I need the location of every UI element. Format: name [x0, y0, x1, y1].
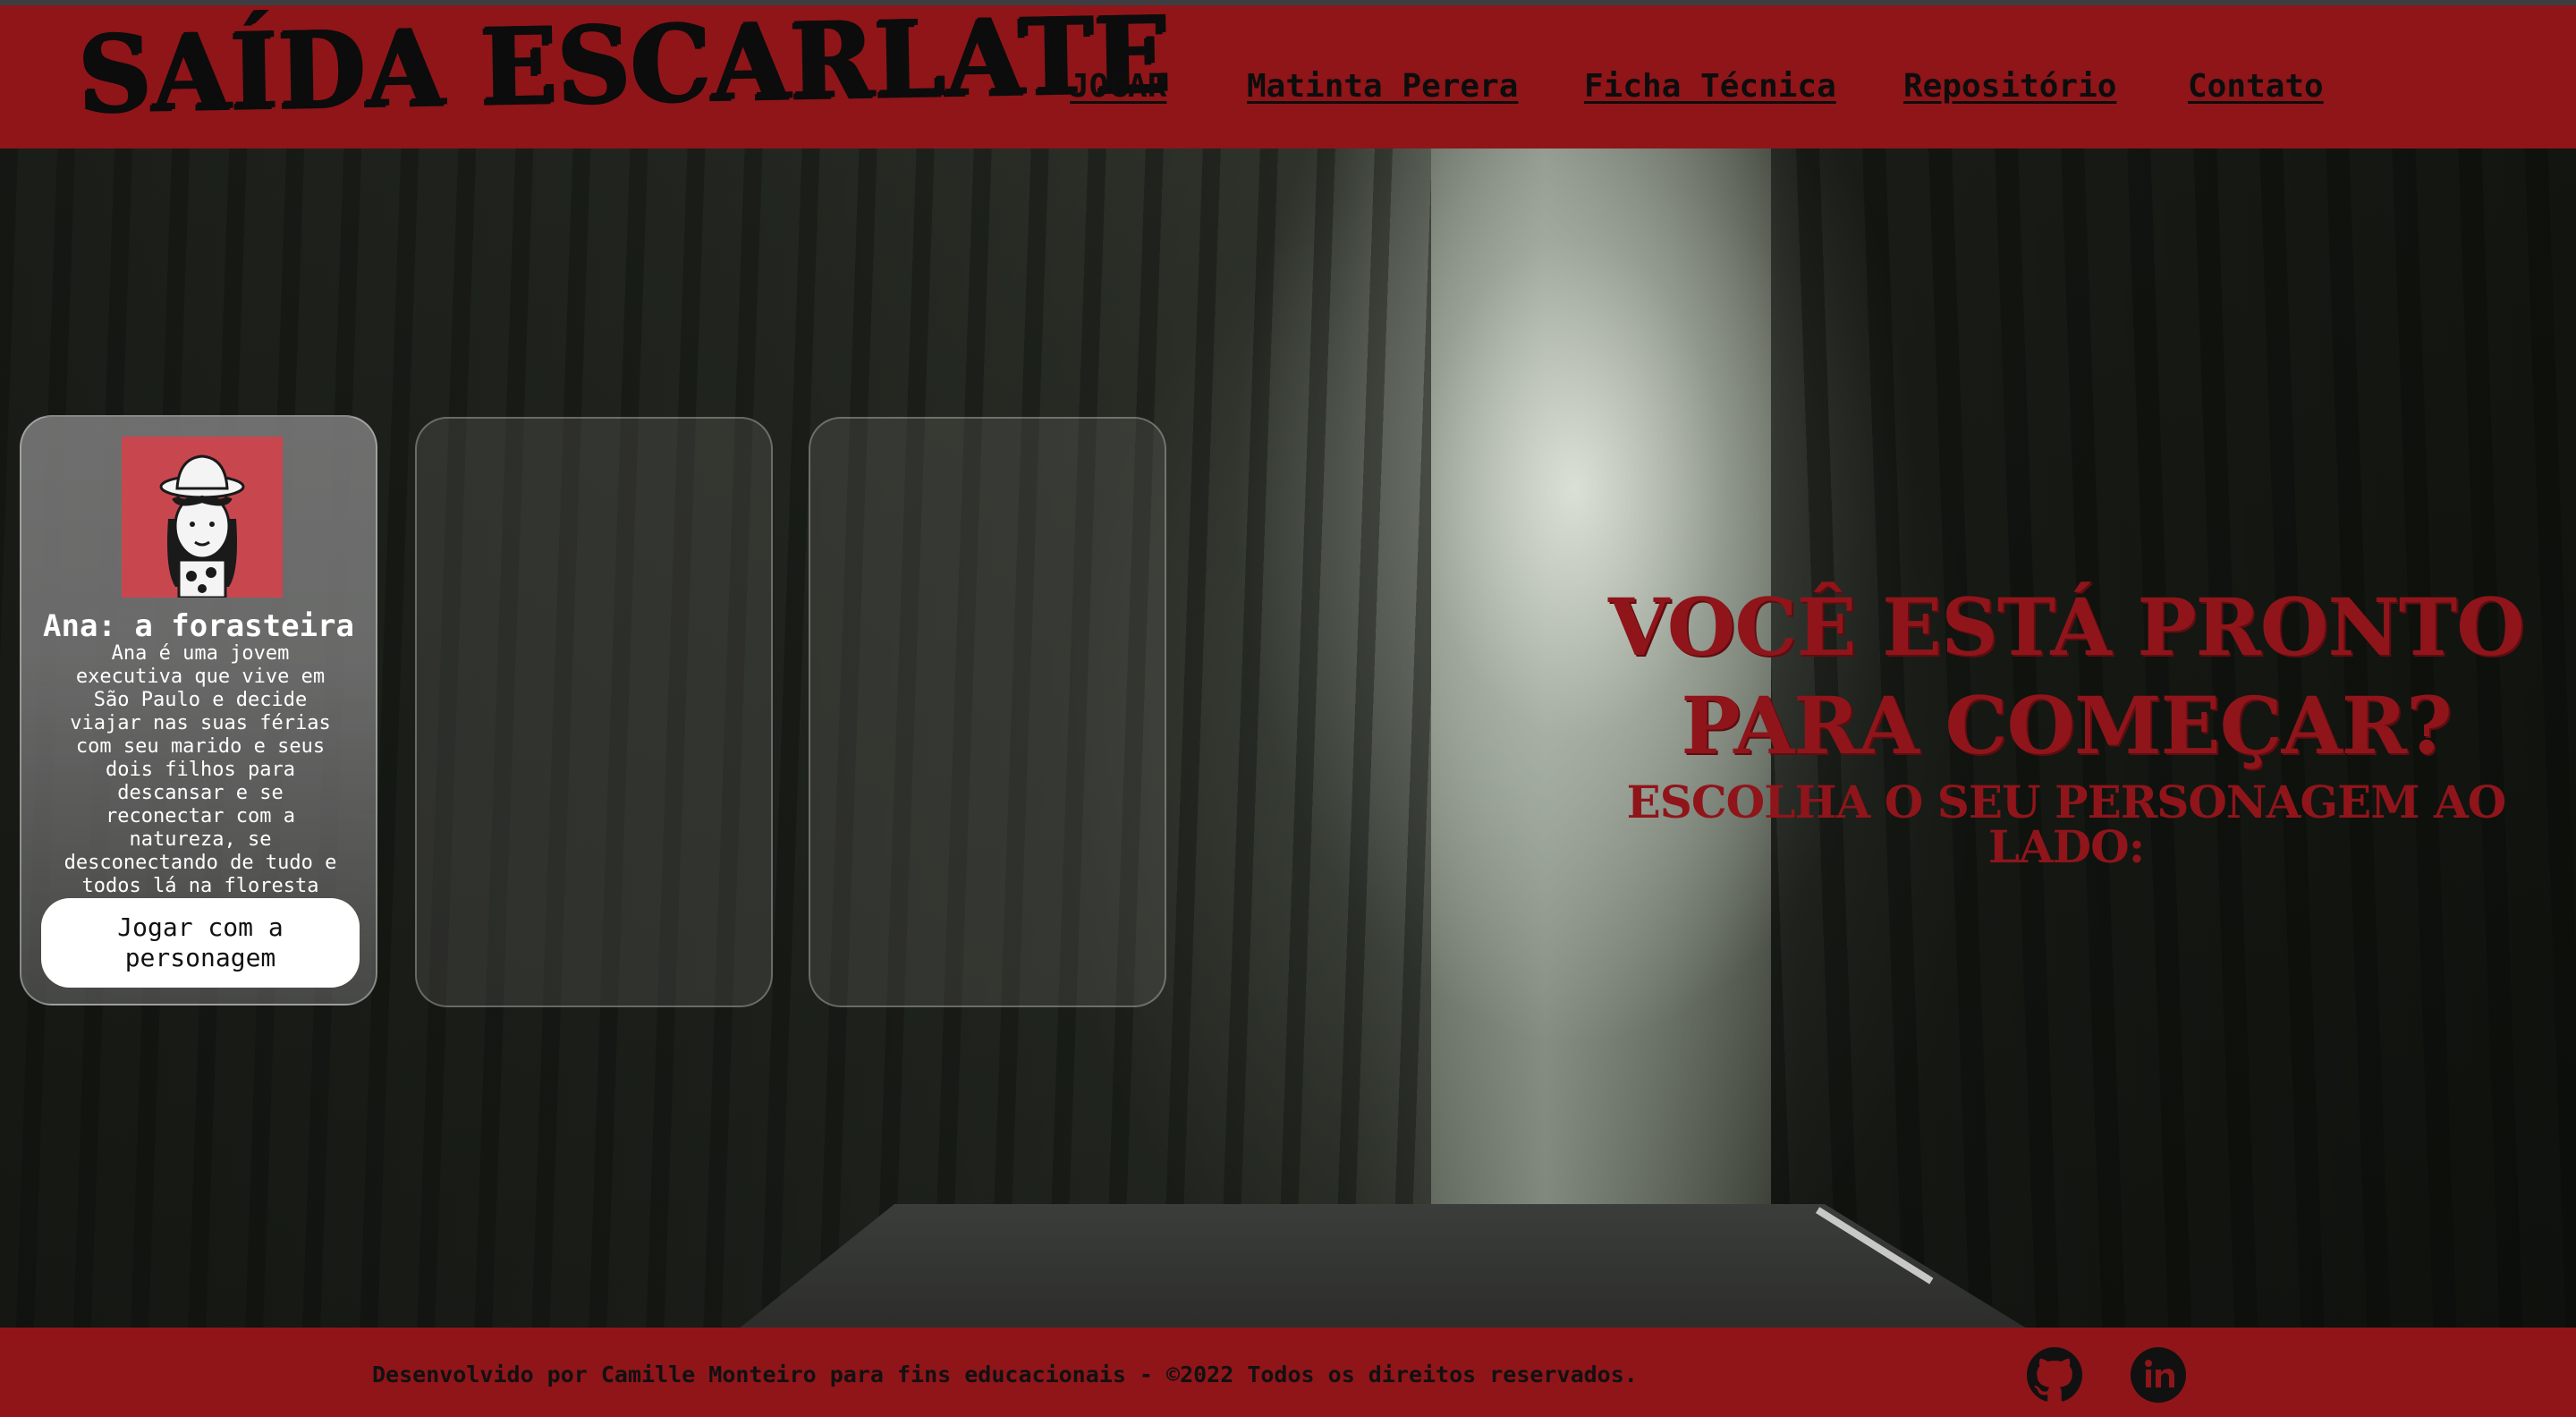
- footer-credits: Desenvolvido por Camille Monteiro para f…: [372, 1362, 1638, 1387]
- character-card-ana: Ana: a forasteira Ana é uma jovem execut…: [20, 415, 377, 1005]
- main-nav: JOGAR Matinta Perera Ficha Técnica Repos…: [0, 68, 2576, 113]
- choose-character-subheading: ESCOLHA O SEU PERSONAGEM AO LADO:: [1626, 776, 2507, 873]
- nav-jogar[interactable]: JOGAR: [1070, 68, 1166, 105]
- nav-ficha-tecnica[interactable]: Ficha Técnica: [1584, 68, 1836, 105]
- site-footer: Desenvolvido por Camille Monteiro para f…: [0, 1328, 2576, 1417]
- nav-matinta-perera[interactable]: Matinta Perera: [1247, 68, 1518, 105]
- character-card-empty-2[interactable]: [415, 417, 773, 1007]
- character-card-empty-3[interactable]: [809, 417, 1166, 1007]
- github-icon[interactable]: [2027, 1347, 2082, 1403]
- woman-hat-icon: [122, 437, 283, 599]
- card-description: Ana é uma jovem executiva que vive em Sã…: [64, 642, 337, 921]
- site-header: SAÍDA ESCARLATE JOGAR Matinta Perera Fic…: [0, 0, 2576, 148]
- ready-heading: VOCÊ ESTÁ PRONTO PARA COMEÇAR?: [1608, 581, 2525, 772]
- hero-section: Ana: a forasteira Ana é uma jovem execut…: [0, 148, 2576, 1328]
- linkedin-icon[interactable]: [2131, 1347, 2186, 1403]
- play-with-character-button[interactable]: Jogar com a personagem: [41, 898, 360, 988]
- nav-contato[interactable]: Contato: [2188, 68, 2324, 105]
- nav-repositorio[interactable]: Repositório: [1903, 68, 2116, 105]
- card-title: Ana: a forasteira: [43, 608, 354, 644]
